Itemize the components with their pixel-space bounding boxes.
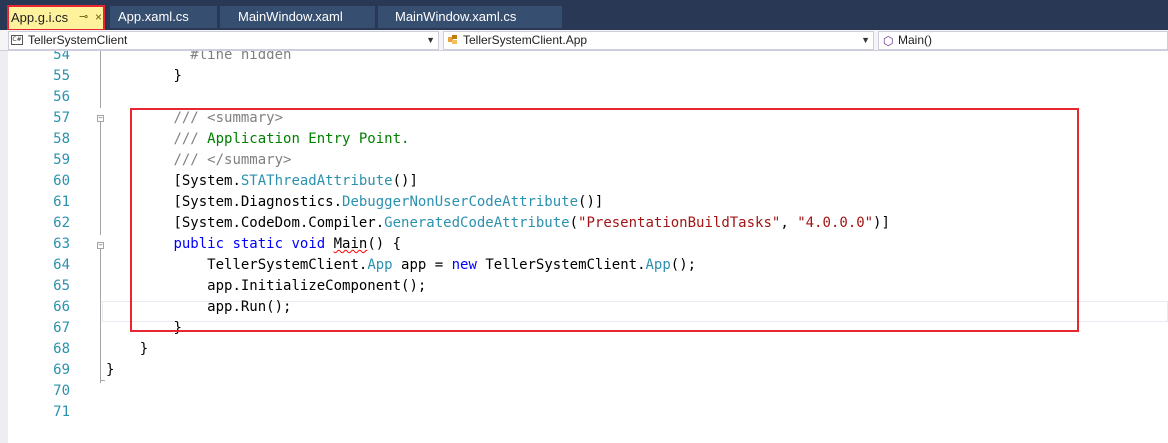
line-number: 65 (53, 278, 70, 294)
tab-label: MainWindow.xaml.cs (395, 9, 517, 24)
tab-mainwindow-xaml[interactable]: MainWindow.xaml (220, 6, 375, 28)
document-tab-strip: App.g.i.cs ⊸ × App.xaml.cs MainWindow.xa… (0, 0, 1168, 30)
code-line-59: /// </summary> (173, 152, 292, 168)
line-number: 55 (53, 68, 70, 84)
tab-app-g-i-cs[interactable]: App.g.i.cs ⊸ × (7, 5, 105, 30)
line-number: 61 (53, 194, 70, 210)
code-line-62: [System.CodeDom.Compiler.GeneratedCodeAt… (173, 215, 890, 231)
tab-app-xaml-cs[interactable]: App.xaml.cs (110, 6, 217, 28)
line-number: 67 (53, 320, 70, 336)
line-number: 63 (53, 236, 70, 252)
outline-end-marker (100, 380, 105, 381)
code-line-57: /// <summary> (173, 110, 284, 126)
method-icon: ⬡ (883, 34, 894, 48)
main-method-name: Main (333, 236, 368, 252)
line-number: 62 (53, 215, 70, 231)
line-number: 56 (53, 89, 70, 105)
class-icon (448, 35, 457, 44)
line-number: 64 (53, 257, 70, 273)
collapse-icon[interactable]: − (97, 242, 104, 249)
code-line-54: #line hidden (190, 51, 292, 63)
csharp-project-icon: C# (11, 35, 23, 45)
navigation-bar: C# TellerSystemClient ▼ TellerSystemClie… (0, 30, 1168, 51)
code-line-68: } (139, 341, 149, 357)
line-number: 71 (53, 404, 70, 420)
chevron-down-icon: ▼ (426, 35, 435, 45)
line-number: 69 (53, 362, 70, 378)
outline-guide (100, 117, 101, 235)
code-line-67: } (173, 320, 182, 336)
project-dropdown[interactable]: C# TellerSystemClient ▼ (8, 31, 439, 50)
type-label: TellerSystemClient.App (463, 33, 588, 47)
line-number: 58 (53, 131, 70, 147)
outline-guide (100, 321, 101, 383)
code-line-69: } (106, 362, 115, 378)
member-dropdown[interactable]: ⬡ Main() (878, 31, 1168, 50)
code-editor[interactable]: 54 55 56 57 58 59 60 61 62 63 64 65 66 6… (0, 51, 1168, 443)
project-label: TellerSystemClient (28, 33, 128, 47)
editor-left-margin (0, 51, 8, 443)
chevron-down-icon: ▼ (861, 35, 870, 45)
tab-label: App.g.i.cs (11, 10, 69, 25)
line-number: 59 (53, 152, 70, 168)
member-label: Main() (898, 33, 933, 47)
line-number: 57 (53, 110, 70, 126)
line-number: 60 (53, 173, 70, 189)
code-line-60: [System.STAThreadAttribute()] (173, 173, 418, 189)
type-dropdown[interactable]: TellerSystemClient.App ▼ (443, 31, 874, 50)
line-number: 70 (53, 383, 70, 399)
tab-label: MainWindow.xaml (238, 9, 343, 24)
tab-mainwindow-xaml-cs[interactable]: MainWindow.xaml.cs (378, 6, 562, 28)
code-line-64: TellerSystemClient.App app = new TellerS… (207, 257, 697, 273)
code-line-63: public static void Main() { (173, 236, 402, 252)
code-line-61: [System.Diagnostics.DebuggerNonUserCodeA… (173, 194, 604, 210)
line-number: 54 (53, 51, 70, 63)
code-line-66: app.Run(); (207, 299, 292, 315)
line-number: 66 (53, 299, 70, 315)
line-number: 68 (53, 341, 70, 357)
collapse-icon[interactable]: − (97, 115, 104, 122)
code-line-58: /// Application Entry Point. (173, 131, 410, 147)
code-line-55: } (173, 68, 182, 84)
close-icon[interactable]: × (95, 5, 102, 30)
code-line-65: app.InitializeComponent(); (207, 278, 427, 294)
outline-guide (100, 51, 101, 108)
pin-icon[interactable]: ⊸ (79, 5, 88, 30)
tab-label: App.xaml.cs (118, 9, 189, 24)
